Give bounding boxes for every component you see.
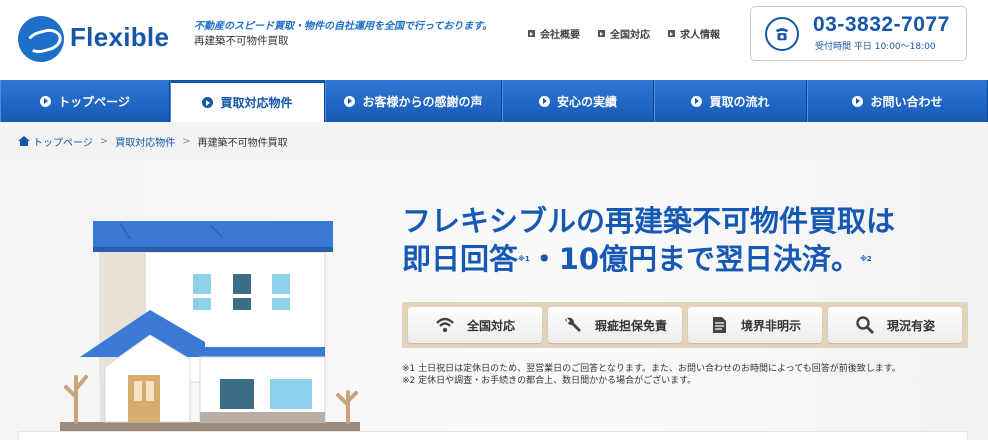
arrow-circle-icon	[202, 97, 214, 108]
feature-label: 境界非明示	[740, 318, 801, 333]
phone-number[interactable]: 03-3832-7077	[813, 13, 950, 37]
nav-item-properties[interactable]: 買取対応物件	[170, 80, 325, 122]
main-nav: トップページ 買取対応物件 お客様からの感謝の声 安心の実績 買取の流れ お問い…	[0, 80, 988, 122]
feature-label: 現況有姿	[886, 318, 935, 333]
footnotes: ※1 土日祝日は定休日のため、翌営業日のご回答となります。また、お問い合わせのお…	[402, 363, 901, 387]
breadcrumb-properties[interactable]: 買取対応物件	[115, 134, 175, 149]
feature-warranty-exemption: 瑕疵担保免責	[548, 307, 682, 343]
nav-item-label: お問い合わせ	[870, 94, 943, 109]
top-link-label: 会社概要	[540, 30, 580, 41]
nav-item-label: トップページ	[58, 94, 130, 109]
phone-icon	[765, 17, 799, 51]
phone-hours: 受付時間 平日 10:00～18:00	[815, 42, 936, 52]
footnote-mark-1: ※1	[518, 255, 530, 263]
arrow-circle-icon	[852, 95, 864, 107]
breadcrumb: トップページ > 買取対応物件 > 再建築不可物件買取	[0, 122, 988, 160]
headline-same-day: 即日回答	[402, 242, 519, 276]
footnote-2: ※2 定休日や調査・お手続きの都合上、数日間かかる場合がございます。	[402, 376, 697, 386]
breadcrumb-separator: >	[99, 135, 109, 147]
house-illustration	[60, 221, 360, 440]
nav-item-label: 安心の実績	[556, 94, 617, 109]
nav-item-flow[interactable]: 買取の流れ	[654, 80, 807, 122]
hero-headline-line2: 即日回答※1・10億円まで翌日決済。※2	[402, 240, 895, 278]
document-icon	[712, 317, 726, 333]
nav-item-label: 買取の流れ	[709, 94, 770, 109]
arrow-icon	[528, 30, 535, 37]
nav-item-testimonials[interactable]: お客様からの感謝の声	[325, 80, 502, 122]
arrow-circle-icon	[344, 95, 356, 107]
header-subtitle: 再建築不可物件買取	[194, 35, 289, 47]
breadcrumb-separator: >	[182, 135, 191, 147]
nav-item-contact[interactable]: お問い合わせ	[807, 80, 988, 122]
nav-item-achievements[interactable]: 安心の実績	[502, 80, 654, 122]
tagline: 不動産のスピード買取・物件の自社運用を全国で行っております。	[194, 21, 493, 32]
arrow-icon	[598, 30, 605, 37]
content-panel-edge	[18, 431, 968, 440]
magnifier-icon	[856, 316, 875, 335]
feature-label: 全国対応	[466, 318, 515, 333]
top-link-company[interactable]: 会社概要	[528, 26, 580, 41]
nav-item-label: お客様からの感謝の声	[362, 94, 483, 109]
top-link-label: 求人情報	[680, 30, 720, 41]
breadcrumb-current: 再建築不可物件買取	[197, 137, 288, 149]
site-header: Flexible 不動産のスピード買取・物件の自社運用を全国で行っております。 …	[0, 0, 988, 80]
feature-as-is: 現況有姿	[828, 307, 962, 343]
hero-headline: フレキシブルの再建築不可物件買取は 即日回答※1・10億円まで翌日決済。※2	[402, 202, 895, 278]
arrow-circle-icon	[691, 95, 703, 107]
footnote-mark-2: ※2	[860, 255, 872, 263]
arrow-circle-icon	[538, 95, 550, 107]
nav-item-top[interactable]: トップページ	[0, 80, 170, 122]
top-link-recruit[interactable]: 求人情報	[668, 26, 720, 41]
top-link-nationwide[interactable]: 全国対応	[598, 26, 650, 41]
hero-section: フレキシブルの再建築不可物件買取は 即日回答※1・10億円まで翌日決済。※2 全…	[0, 160, 988, 440]
arrow-icon	[668, 30, 675, 37]
phone-contact-box[interactable]: 03-3832-7077 受付時間 平日 10:00～18:00	[750, 6, 967, 61]
logo-mark-icon[interactable]	[18, 16, 64, 62]
wifi-icon	[436, 317, 454, 333]
nav-item-label: 買取対応物件	[220, 96, 293, 110]
feature-nationwide: 全国対応	[408, 307, 542, 343]
top-links: 会社概要 全国対応 求人情報	[528, 26, 720, 41]
headline-settlement: ・10億円まで翌日決済。	[529, 242, 861, 276]
wrench-icon	[564, 317, 581, 332]
top-link-label: 全国対応	[610, 30, 650, 41]
feature-boundary: 境界非明示	[688, 307, 822, 343]
hero-headline-line1: フレキシブルの再建築不可物件買取は	[402, 204, 896, 238]
footnote-1: ※1 土日祝日は定休日のため、翌営業日のご回答となります。また、お問い合わせのお…	[402, 364, 901, 374]
home-icon	[18, 136, 30, 146]
logo-text[interactable]: Flexible	[70, 22, 169, 53]
feature-label: 瑕疵担保免責	[594, 318, 667, 333]
feature-bar: 全国対応 瑕疵担保免責 境界非明示 現況有姿	[402, 302, 968, 348]
breadcrumb-home[interactable]: トップページ	[33, 134, 93, 149]
arrow-circle-icon	[40, 95, 52, 107]
